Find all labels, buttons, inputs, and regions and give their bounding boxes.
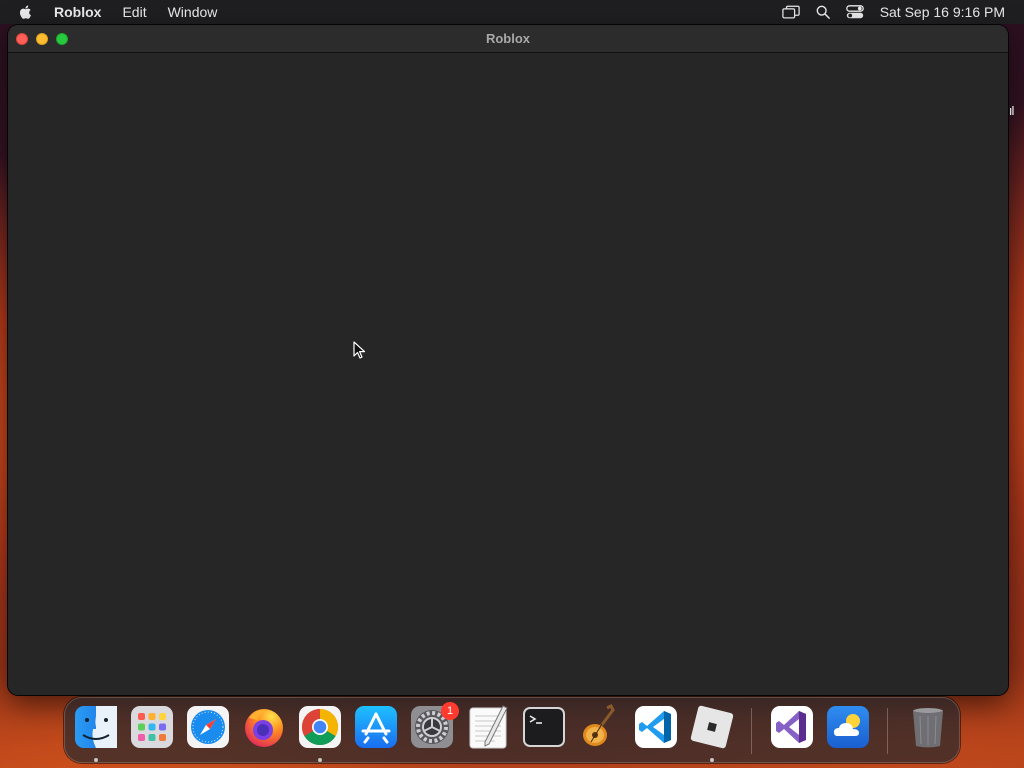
window-title: Roblox [485,31,531,46]
menu-bar-status-area: Sat Sep 16 9:16 PM [781,0,1024,24]
menu-bar: Roblox Edit Window Sat Sep 16 9:16 PM [0,0,1024,24]
traffic-lights [16,32,76,45]
vscode-icon [635,706,677,748]
dock-app-store[interactable] [353,704,399,750]
apple-menu-icon[interactable] [18,3,36,21]
dock-separator [751,708,752,754]
dock: 1 [64,697,960,763]
menu-app-name[interactable]: Roblox [54,4,101,20]
visual-studio-icon [771,706,813,748]
control-center-icon[interactable] [845,0,864,24]
dock-safari[interactable] [185,704,231,750]
close-window-button[interactable] [16,32,28,45]
dock-weather[interactable] [825,704,871,750]
dock-separator [887,708,888,754]
dock-visual-studio[interactable] [769,704,815,750]
dock-chrome[interactable] [297,704,343,750]
minimize-window-button[interactable] [36,32,48,45]
trash-icon [913,708,943,748]
app-store-icon [355,706,397,748]
spotlight-search-icon[interactable] [816,0,830,24]
finder-icon [75,706,117,748]
menu-bar-clock[interactable]: Sat Sep 16 9:16 PM [880,4,1005,20]
weather-icon [827,706,869,748]
textedit-icon [469,705,508,749]
chrome-icon [299,706,341,748]
dock-running-indicator [710,758,714,762]
notification-badge: 1 [441,702,459,720]
dock-textedit[interactable] [465,704,511,750]
screen-mirroring-icon[interactable] [781,0,800,24]
window-title-bar[interactable]: Roblox [8,25,1008,53]
dock-garageband[interactable] [577,704,623,750]
zoom-window-button[interactable] [56,32,68,45]
dock-running-indicator [318,758,322,762]
dock-finder[interactable] [73,704,119,750]
dock-firefox[interactable] [241,704,287,750]
launchpad-icon [131,706,173,748]
dock-running-indicator [94,758,98,762]
terminal-icon [523,707,565,747]
dock-roblox[interactable] [689,704,735,750]
roblox-icon [690,705,734,749]
dock-terminal[interactable] [521,704,567,750]
dock-visual-studio-code[interactable] [633,704,679,750]
window-content-area[interactable] [8,53,1008,695]
garageband-guitar-icon [583,704,615,746]
menu-edit[interactable]: Edit [122,4,146,20]
dock-launchpad[interactable] [129,704,175,750]
mouse-pointer-icon [353,341,366,359]
dock-trash[interactable] [905,704,951,750]
safari-icon [187,706,229,748]
menu-window[interactable]: Window [168,4,218,20]
firefox-icon [245,709,283,747]
roblox-window: Roblox [8,25,1008,695]
background-window-edge [1010,106,1014,115]
